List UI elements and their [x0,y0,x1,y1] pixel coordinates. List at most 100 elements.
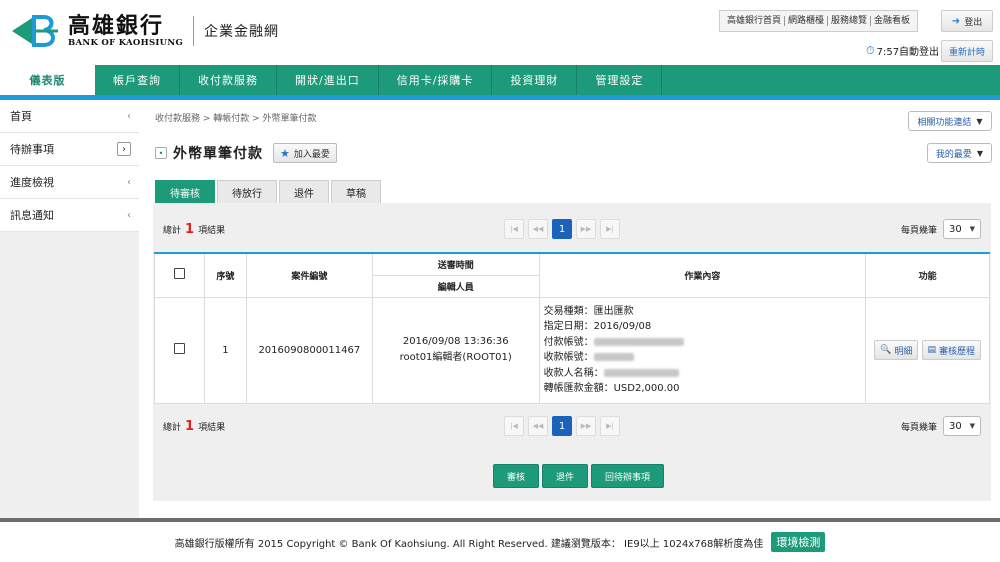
next-page-icon[interactable]: ▶▶ [576,416,596,436]
first-page-icon[interactable]: |◀ [504,416,524,436]
tab-pending-review[interactable]: 待審核 [155,180,215,203]
result-total: 總計 1 項結果 [163,222,225,237]
first-page-icon[interactable]: |◀ [504,219,524,239]
caret-down-icon: ▼ [969,422,975,430]
nav-investment[interactable]: 投資理財 [492,65,578,95]
nav-credit-card[interactable]: 信用卡/採購卡 [379,65,493,95]
redacted-value [593,337,684,346]
caret-down-icon: ▼ [969,225,975,233]
content-recv-account: 收款帳號： [544,350,862,366]
sidebar: 首頁 ‹ 待辦事項 › 進度檢視 ‹ 訊息通知 ‹ [0,100,139,518]
my-favorites-dropdown[interactable]: 我的最愛 ▼ [927,143,992,163]
last-page-icon[interactable]: ▶| [600,416,620,436]
total-suffix: 項結果 [198,422,226,433]
results-panel: 總計 1 項結果 |◀ ◀◀ 1 ▶▶ ▶| 每頁幾筆 30 ▼ 序號 案件編號… [153,203,991,501]
row-checkbox[interactable] [173,343,185,354]
session-timer: ⏱ 7:57自動登出 [866,43,939,59]
row-seq: 1 [203,296,247,404]
page: 高雄銀行 BANK OF KAOHSIUNG 企業金融網 高雄銀行首頁 網路櫃檯… [0,0,1000,562]
sidebar-item-todo[interactable]: 待辦事項 › [0,133,139,166]
logo-chinese-name: 高雄銀行 [68,13,165,39]
environment-check-button[interactable]: 環境檢測 [771,532,826,552]
main-nav: 儀表版 帳戶查詢 收付款服務 開狀/進出口 信用卡/採購卡 投資理財 管理設定 [0,65,1000,95]
content-amount: 轉帳匯款金額：USD2,000.00 [543,383,680,394]
sidebar-item-messages[interactable]: 訊息通知 ‹ [0,199,139,232]
redacted-value [603,368,679,377]
tab-drafts[interactable]: 草稿 [331,180,381,203]
detail-button[interactable]: 🔍 明細 [874,340,919,360]
related-functions-dropdown[interactable]: 相關功能連結 ▼ [908,111,992,131]
page-number[interactable]: 1 [552,219,572,239]
logout-button[interactable]: ➜ 登出 [941,10,993,32]
chevron-left-icon: ‹ [127,209,131,221]
review-history-button[interactable]: ▤ 審核歷程 [921,340,982,360]
total-count: 1 [185,418,195,434]
pay-account-label: 付款帳號： [543,336,594,348]
last-page-icon[interactable]: ▶| [600,219,620,239]
my-favorites-label: 我的最愛 [935,149,972,160]
add-favorite-button[interactable]: ★ 加入最愛 [273,143,337,163]
reject-button[interactable]: 退件 [542,464,589,488]
top-link-home[interactable]: 高雄銀行首頁 [724,16,786,26]
back-to-todo-button[interactable]: 回待辦事項 [591,464,665,488]
review-history-label: 審核歷程 [939,346,976,357]
per-page-value: 30 [949,420,962,432]
prev-page-icon[interactable]: ◀◀ [528,416,548,436]
top-links: 高雄銀行首頁 網路櫃檯 服務總覽 金融看板 [719,10,919,32]
logout-icon: ➜ [951,15,961,27]
nav-underline [0,95,1000,100]
per-page-value: 30 [949,223,962,235]
copyright-text: 高雄銀行版權所有 2015 Copyright © Bank Of Kaohsi… [174,538,764,550]
title-row: • 外幣單筆付款 ★ 加入最愛 [155,143,337,163]
nav-dashboard[interactable]: 儀表版 [0,65,95,95]
per-page-select[interactable]: 30 ▼ [943,416,981,436]
row-send-time: 2016/09/08 13:36:36 [402,336,509,347]
search-icon: 🔍 [880,345,892,355]
column-header-send-time: 送審時間 [371,252,540,276]
reset-timer-button[interactable]: 重新計時 [941,40,993,62]
total-prefix: 總計 [163,225,182,236]
per-page-select[interactable]: 30 ▼ [943,219,981,239]
approve-button[interactable]: 審核 [493,464,540,488]
content-pay-account: 付款帳號： [544,335,862,351]
content-type: 交易種類：匯出匯款 [543,305,634,317]
sidebar-item-home[interactable]: 首頁 ‹ [0,100,139,133]
clock-icon: ⏱ [866,43,875,57]
pager-top: 總計 1 項結果 |◀ ◀◀ 1 ▶▶ ▶| 每頁幾筆 30 ▼ [163,215,981,243]
action-buttons: 審核 退件 回待辦事項 [493,464,665,488]
nav-payment-services[interactable]: 收付款服務 [180,65,277,95]
column-header-case-no: 案件編號 [245,252,373,298]
column-header-seq: 序號 [203,252,247,298]
next-page-icon[interactable]: ▶▶ [576,219,596,239]
bank-logo[interactable]: 高雄銀行 BANK OF KAOHSIUNG 企業金融網 [10,12,279,50]
nav-account-inquiry[interactable]: 帳戶查詢 [95,65,180,95]
top-link-counter[interactable]: 網路櫃檯 [785,16,829,26]
redacted-value [593,353,634,361]
caret-down-icon: ▼ [976,116,983,126]
select-all-checkbox[interactable] [173,268,185,280]
total-prefix: 總計 [163,422,182,433]
tab-rejected[interactable]: 退件 [279,180,329,203]
star-icon: ★ [280,146,290,160]
pagination: |◀ ◀◀ 1 ▶▶ ▶| [504,219,620,239]
page-number[interactable]: 1 [552,416,572,436]
per-page-label: 每頁幾筆 [900,225,937,236]
top-link-services[interactable]: 服務總覽 [828,16,872,26]
recv-name-label: 收款人名稱： [543,367,604,379]
chevron-left-icon: ‹ [127,110,131,122]
logo-divider [193,16,195,46]
prev-page-icon[interactable]: ◀◀ [528,219,548,239]
sidebar-item-label: 待辦事項 [10,143,54,156]
caret-down-icon: ▼ [976,148,984,158]
per-page-control: 每頁幾筆 30 ▼ [901,416,981,436]
sidebar-item-progress[interactable]: 進度檢視 ‹ [0,166,139,199]
status-tabs: 待審核 待放行 退件 草稿 [155,180,381,203]
pager-bottom: 總計 1 項結果 |◀ ◀◀ 1 ▶▶ ▶| 每頁幾筆 30 ▼ [163,412,981,440]
select-all-header [154,252,205,298]
top-link-board[interactable]: 金融看板 [871,16,913,26]
nav-settings[interactable]: 管理設定 [577,65,663,95]
sidebar-item-label: 進度檢視 [10,176,54,189]
tab-pending-release[interactable]: 待放行 [217,180,277,203]
nav-import-export[interactable]: 開狀/進出口 [277,65,379,95]
table-row: 1 2016090800011467 2016/09/08 13:36:36 r… [154,296,990,404]
